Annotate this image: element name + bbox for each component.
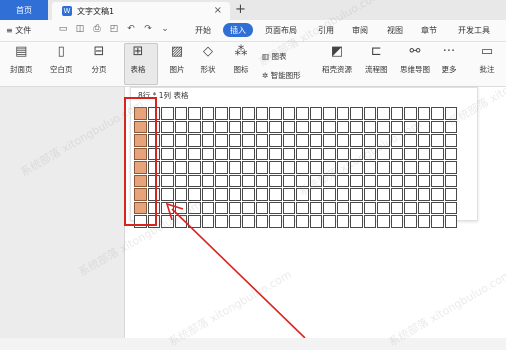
annotation-arrow <box>165 202 306 338</box>
